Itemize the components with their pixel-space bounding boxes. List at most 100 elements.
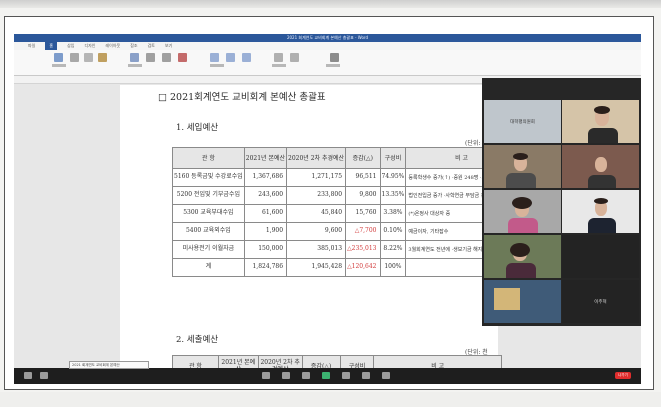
table-header-row: 관 항 2021년 본예산 2020년 2차 추경예산 증감(△) 구성비 비 …: [172, 147, 518, 169]
revenue-table: 관 항 2021년 본예산 2020년 2차 추경예산 증감(△) 구성비 비 …: [172, 147, 518, 277]
ribbon-label: [128, 64, 142, 67]
ribbon: [14, 50, 641, 76]
screen: 2021 회계연도 교비회계 본예산 총괄표 - Word 파일 홈 삽입 디자…: [14, 34, 641, 384]
mute-icon[interactable]: [24, 372, 32, 379]
font-icon[interactable]: [130, 53, 139, 62]
menu-design[interactable]: 디자인: [84, 42, 95, 50]
find-icon[interactable]: [290, 53, 299, 62]
cell-diff: 9,800: [345, 186, 381, 205]
revenue-table-body: 5160 등록금및 수강료수입 1,367,686 1,271,175 96,511 7…: [172, 168, 518, 277]
menu-home[interactable]: 홈: [45, 42, 58, 50]
section-expense: 2. 세출예산: [176, 335, 219, 345]
leave-button[interactable]: 나가기: [615, 372, 631, 379]
security-icon[interactable]: [262, 372, 270, 379]
ribbon-label: [272, 64, 286, 67]
cell-item: 5300 교육부대수입: [172, 204, 245, 223]
chat-icon[interactable]: [302, 372, 310, 379]
cell-prev: 45,840: [286, 204, 347, 223]
video-tile[interactable]: [484, 235, 561, 278]
bottom-edge: [0, 392, 661, 407]
photo-background: 2021 회계연도 교비회계 본예산 총괄표 - Word 파일 홈 삽입 디자…: [0, 0, 661, 407]
cell-item: 미사용전기 이월자금: [172, 240, 245, 259]
video-tile[interactable]: [562, 190, 639, 233]
ribbon-label: [52, 64, 66, 67]
cell-ratio: 74.95%: [379, 168, 407, 187]
bullets-icon[interactable]: [226, 53, 235, 62]
styles-icon[interactable]: [274, 53, 283, 62]
cell-diff: △120,642: [345, 258, 381, 277]
cell-prev: 9,600: [286, 222, 347, 241]
format-painter-icon[interactable]: [98, 53, 107, 62]
video-tile[interactable]: [562, 145, 639, 188]
align-icon[interactable]: [210, 53, 219, 62]
cell-diff: △7,700: [345, 222, 381, 241]
menu-file[interactable]: 파일: [28, 42, 35, 50]
table-row: 5160 등록금및 수강료수입 1,367,686 1,271,175 96,511 7…: [172, 168, 518, 187]
video-gallery: 대학평의원회 이주혁: [482, 78, 641, 326]
participant-name: 이주혁: [594, 299, 607, 305]
window-preview[interactable]: 2021 회계연도 교비회계 본예산: [69, 361, 149, 369]
menu-insert[interactable]: 삽입: [67, 42, 74, 50]
reactions-icon[interactable]: [362, 372, 370, 379]
cell-prev: 1,945,428: [286, 258, 347, 277]
participant-name: 대학평의원회: [510, 119, 535, 125]
table-row: 5400 교육외수입 1,900 9,600 △7,700 0.10% 예금이자, 기타잡…: [172, 222, 518, 241]
cell-prev: 385,013: [286, 240, 347, 259]
cell-prev: 233,800: [286, 186, 347, 205]
cell-ratio: 0.10%: [379, 222, 407, 241]
section-revenue: 1. 세입예산: [176, 123, 219, 133]
participants-icon[interactable]: [282, 372, 290, 379]
video-tile[interactable]: [562, 235, 639, 278]
cell-budget: 61,600: [243, 204, 288, 223]
bold-icon[interactable]: [146, 53, 155, 62]
video-tile[interactable]: [484, 145, 561, 188]
copy-icon[interactable]: [84, 53, 93, 62]
font-color-icon[interactable]: [178, 53, 187, 62]
cell-ratio: 13.35%: [379, 186, 407, 205]
cell-budget: 1,900: [243, 222, 288, 241]
cell-diff: △235,013: [345, 240, 381, 259]
video-tile[interactable]: [484, 280, 561, 323]
video-tile[interactable]: [484, 190, 561, 233]
numbering-icon[interactable]: [242, 53, 251, 62]
video-tile[interactable]: 대학평의원회: [484, 100, 561, 143]
document-title: □ 2021회계연도 교비회계 본예산 총괄표: [158, 92, 326, 103]
col-header: 2020년 2차 추경예산: [286, 147, 347, 169]
document-page: □ 2021회계연도 교비회계 본예산 총괄표 1. 세입예산 (단위: 천 관…: [120, 85, 518, 377]
cell-ratio: 100%: [379, 258, 407, 277]
menu-layout[interactable]: 레이아웃: [105, 42, 120, 50]
menu-view[interactable]: 보기: [165, 42, 172, 50]
ribbon-label: [210, 64, 224, 67]
more-icon[interactable]: [382, 372, 390, 379]
italic-icon[interactable]: [162, 53, 171, 62]
menu-bar: 파일 홈 삽입 디자인 레이아웃 참조 검토 보기: [14, 42, 641, 50]
menu-references[interactable]: 참조: [130, 42, 137, 50]
menu-review[interactable]: 검토: [148, 42, 155, 50]
cell-prev: 1,271,175: [286, 168, 347, 187]
participant-name: [562, 235, 639, 278]
paste-icon[interactable]: [54, 53, 63, 62]
cell-budget: 1,367,686: [243, 168, 288, 187]
cell-item: 계: [172, 258, 245, 277]
cell-item: 5400 교육외수입: [172, 222, 245, 241]
cell-diff: 96,511: [345, 168, 381, 187]
cell-budget: 1,824,786: [243, 258, 288, 277]
cell-budget: 243,600: [243, 186, 288, 205]
table-row: 5200 전입및 기부금수입 243,600 233,800 9,800 13.35% 법…: [172, 186, 518, 205]
col-header: 관 항: [172, 147, 245, 169]
cell-budget: 150,000: [243, 240, 288, 259]
cell-ratio: 8.22%: [379, 240, 407, 259]
record-icon[interactable]: [342, 372, 350, 379]
col-header: 구성비: [379, 147, 407, 169]
video-tile[interactable]: 이주혁: [562, 280, 639, 323]
cut-icon[interactable]: [70, 53, 79, 62]
editing-icon[interactable]: [330, 53, 339, 62]
share-screen-icon[interactable]: [322, 372, 330, 379]
cell-ratio: 3.38%: [379, 204, 407, 223]
video-tile[interactable]: [562, 100, 639, 143]
table-row: 미사용전기 이월자금 150,000 385,013 △235,013 8.22% 3월회…: [172, 240, 518, 259]
col-header: 증감(△): [345, 147, 381, 169]
table-row: 5300 교육부대수입 61,600 45,840 15,760 3.38% (*)온정사…: [172, 204, 518, 223]
video-icon[interactable]: [40, 372, 48, 379]
cell-item: 5160 등록금및 수강료수입: [172, 168, 245, 187]
